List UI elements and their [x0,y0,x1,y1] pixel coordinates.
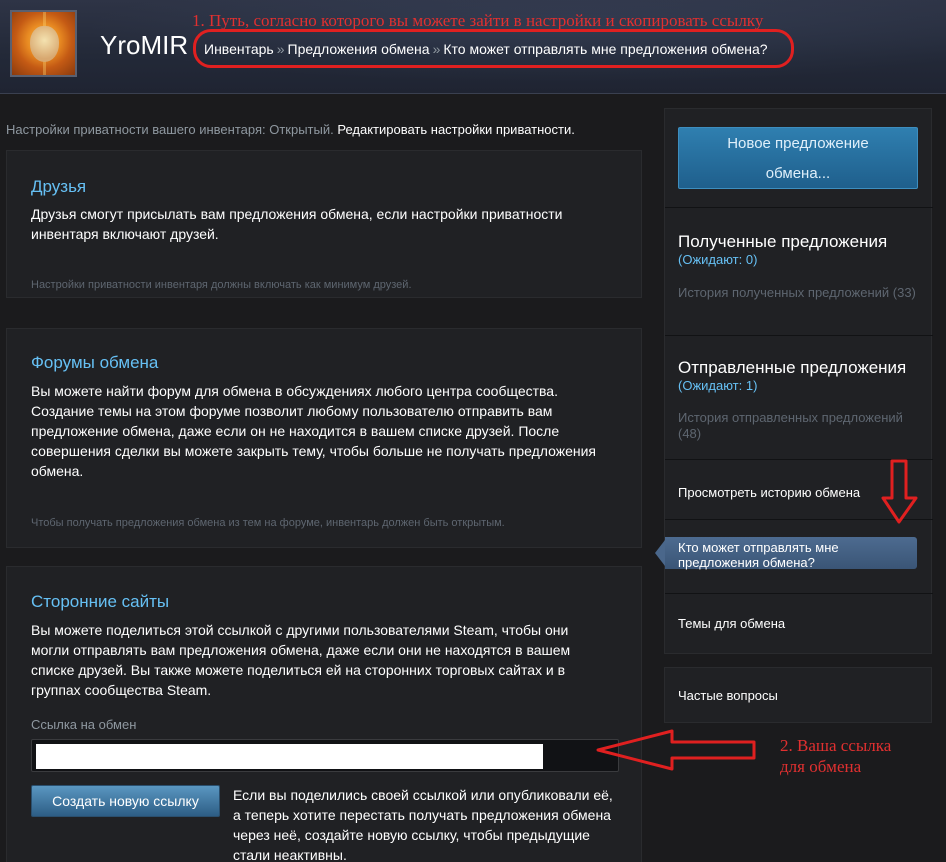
sidebar-divider [665,593,933,594]
breadcrumb-separator: » [276,41,285,57]
trade-forums-title: Форумы обмена [31,353,159,372]
trade-offers-sidebar: Новое предложение обмена... Полученные п… [655,108,933,654]
sidebar-item-who-can-send[interactable]: Кто может отправлять мне предложения обм… [655,537,917,570]
trade-link-input[interactable] [36,744,543,769]
friends-title: Друзья [31,177,87,196]
annotation-your-link-line2: для обмена [780,757,862,776]
trade-forums-note: Чтобы получать предложения обмена из тем… [31,517,505,529]
third-party-description: Вы можете поделиться этой ссылкой с друг… [31,622,571,698]
breadcrumb: Инвентарь» Предложения обмена» Кто может о… [204,41,768,57]
received-offers-link[interactable]: Полученные предложения [678,232,887,252]
breadcrumb-trade-offers-link[interactable]: Предложения обмена [288,41,430,57]
profile-header: YroMIR 1. Путь, согласно которого вы мож… [0,0,946,94]
sent-offers-link[interactable]: Отправленные предложения [678,358,906,378]
new-offer-label-line1: Новое предложение [727,135,869,152]
friends-panel: Друзья Друзья смогут присылать вам предл… [6,150,642,298]
avatar[interactable] [10,10,77,77]
trade-forums-description: Вы можете найти форум для обмена в обсуж… [31,383,596,479]
friends-description: Друзья смогут присылать вам предложения … [31,206,563,242]
sent-history-link[interactable]: История отправленных предложений (48) [678,410,918,442]
sidebar-divider [665,207,933,208]
create-new-link-button[interactable]: Создать новую ссылку [31,785,220,817]
who-can-send-label-line1: Кто может отправлять мне [678,540,839,555]
breadcrumb-inventory-link[interactable]: Инвентарь [204,41,274,57]
inventory-privacy-status: Настройки приватности вашего инвентаря: … [6,122,575,137]
annotation-path-note: 1. Путь, согласно которого вы можете зай… [192,11,764,30]
new-offer-label-line2: обмена... [765,165,831,182]
privacy-status-text: Настройки приватности вашего инвентаря: … [6,122,334,137]
trade-forums-panel: Форумы обмена Вы можете найти форум для … [6,328,642,548]
sent-pending-count[interactable]: (Ожидают: 1) [678,378,757,393]
trade-topics-link[interactable]: Темы для обмена [678,616,785,631]
faq-panel: Частые вопросы [664,667,932,723]
trade-link-field[interactable] [31,739,619,772]
sidebar-divider [665,335,933,336]
third-party-sites-panel: Сторонние сайты Вы можете поделиться это… [6,566,642,862]
trade-link-label: Ссылка на обмен [31,717,137,732]
new-link-explanation: Если вы поделились своей ссылкой или опу… [233,787,613,862]
view-trade-history-link[interactable]: Просмотреть историю обмена [678,485,860,500]
new-trade-offer-button[interactable]: Новое предложение обмена... [678,127,918,189]
who-can-send-label-line2: предложения обмена? [678,555,815,570]
avatar-face-decoration [30,26,59,62]
received-history-link[interactable]: История полученных предложений (33) [678,285,918,301]
annotation-your-link-line1: 2. Ваша ссылка [780,736,892,755]
breadcrumb-separator: » [432,41,441,57]
breadcrumb-current-page: Кто может отправлять мне предложения обм… [443,41,768,57]
friends-note: Настройки приватности инвентаря должны в… [31,279,412,291]
third-party-title: Сторонние сайты [31,592,170,611]
edit-privacy-link[interactable]: Редактировать настройки приватности. [337,122,575,137]
annotation-your-link-note: 2. Ваша ссылка для обмена [780,735,891,777]
received-pending-count[interactable]: (Ожидают: 0) [678,252,757,267]
annotation-left-arrow-icon [596,729,756,771]
annotation-down-arrow-icon [881,459,918,524]
faq-link[interactable]: Частые вопросы [678,688,778,703]
username[interactable]: YroMIR [100,30,188,61]
